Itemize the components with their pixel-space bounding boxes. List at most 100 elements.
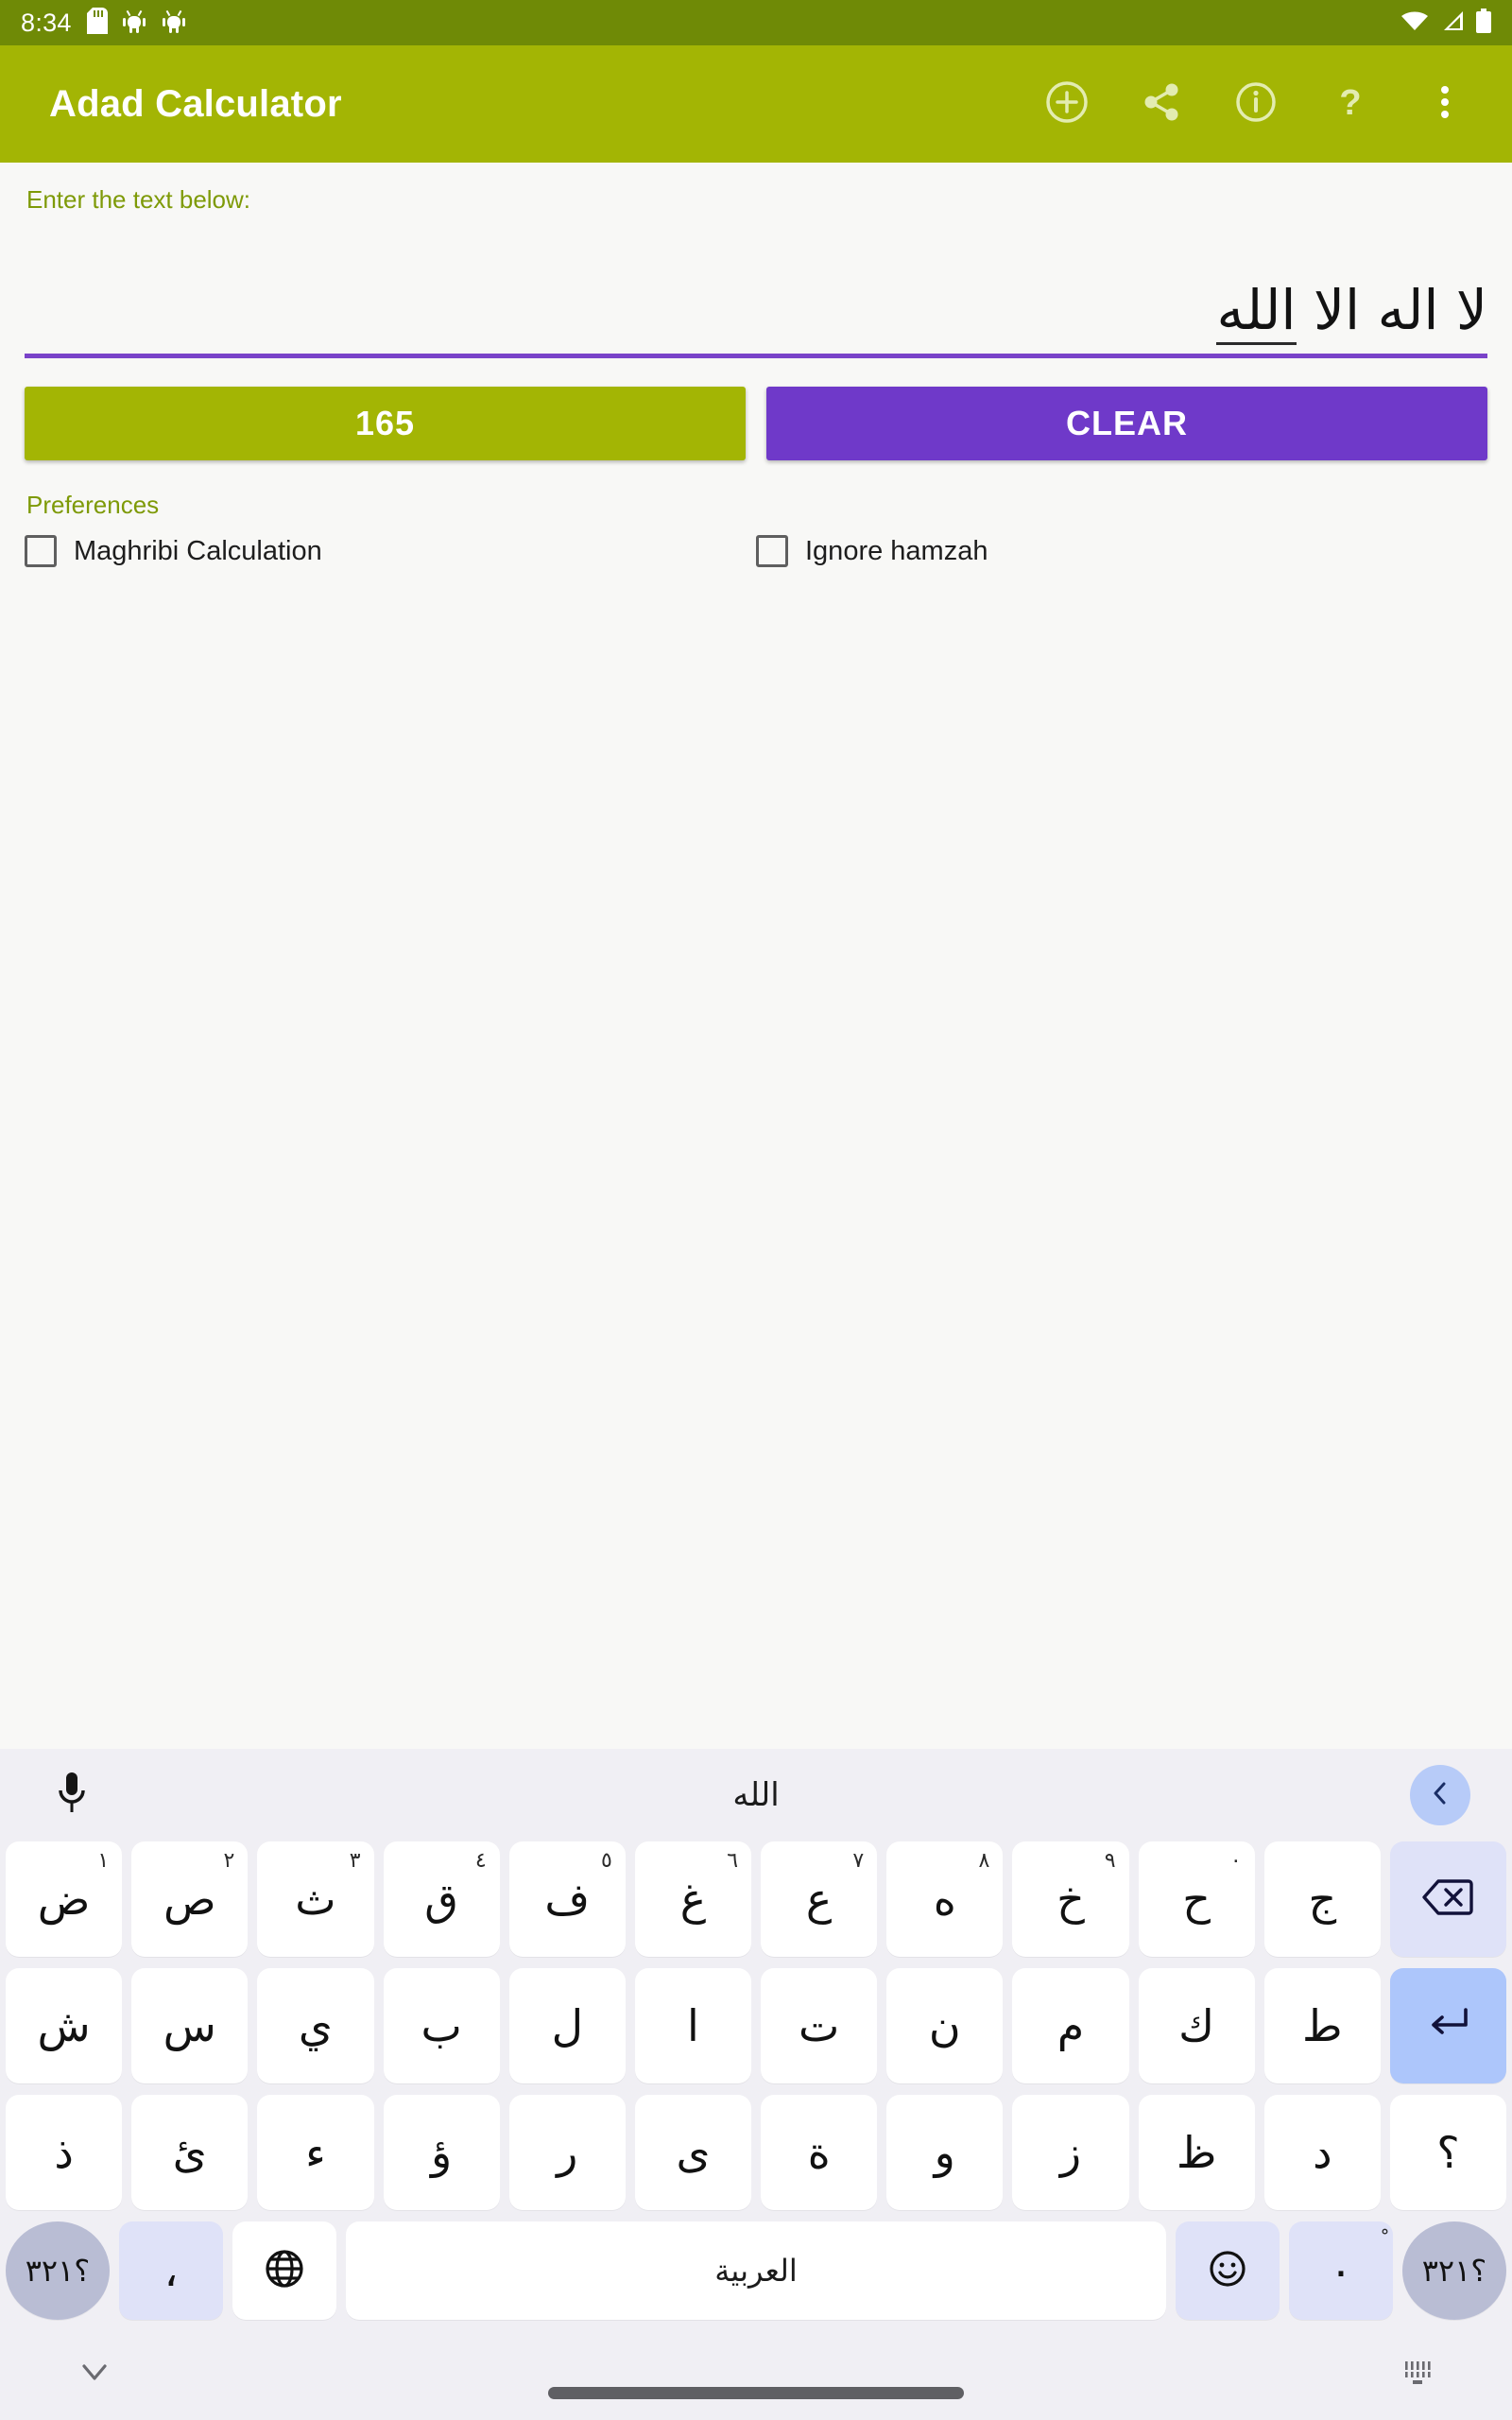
key-kha[interactable]: ٩خ [1012, 1841, 1129, 1957]
key-enter[interactable] [1389, 1968, 1507, 2083]
key-label: خ [1057, 1874, 1085, 1925]
result-button[interactable]: 165 [25, 387, 746, 460]
key-ra[interactable]: ر [508, 2095, 626, 2210]
key-tah[interactable]: ط [1263, 1968, 1381, 2083]
key-label: ؟٣٢١ [25, 2253, 91, 2289]
key-zah[interactable]: ظ [1138, 2095, 1255, 2210]
preference-ignore-hamzah[interactable]: Ignore hamzah [756, 535, 1487, 567]
key-meem[interactable]: م [1012, 1968, 1129, 2083]
key-alef[interactable]: ا [634, 1968, 752, 2083]
key-superscript: ٠ [1229, 1849, 1242, 1873]
key-zay[interactable]: ز [1012, 2095, 1129, 2210]
clear-button[interactable]: CLEAR [766, 387, 1487, 460]
key-superscript: ٩ [1104, 1849, 1116, 1873]
key-kaf[interactable]: ك [1138, 1968, 1255, 2083]
preferences-heading: Preferences [26, 491, 160, 519]
text-input-composing: الله [1216, 277, 1297, 345]
key-sad[interactable]: ٢ص [131, 1841, 249, 1957]
key-period[interactable]: ْ٠ [1289, 2221, 1393, 2320]
navigation-bar [0, 2329, 1512, 2420]
checkbox-ignore-hamzah[interactable] [756, 535, 788, 567]
keyboard-row-1: ١ض ٢ص ٣ث ٤ق ٥ف ٦غ ٧ع ٨ه ٩خ ٠ح ج [0, 1841, 1512, 1957]
key-sheen[interactable]: ش [6, 1968, 123, 2083]
key-lam[interactable]: ل [508, 1968, 626, 2083]
key-label: غ [679, 1874, 707, 1925]
key-comma[interactable]: ، [119, 2221, 223, 2320]
hide-keyboard-button[interactable] [66, 2346, 123, 2403]
key-label: ء [305, 2127, 326, 2178]
key-superscript: ٥ [601, 1849, 612, 1873]
checkbox-maghribi-calculation[interactable] [25, 535, 57, 567]
key-label: ٠ [1329, 2245, 1353, 2296]
key-label: م [1057, 2000, 1085, 2051]
key-label: و [934, 2127, 955, 2178]
key-label: ص [163, 1874, 216, 1925]
key-emoji[interactable] [1176, 2221, 1280, 2320]
status-bar: 8:34 [0, 0, 1512, 45]
key-yeh-hamza[interactable]: ئ [131, 2095, 249, 2210]
key-superscript: ٦ [727, 1849, 739, 1873]
key-symbols-left[interactable]: ؟٣٢١ [6, 2221, 110, 2320]
key-ghayn[interactable]: ٦غ [634, 1841, 752, 1957]
backspace-icon [1421, 1877, 1474, 1922]
key-dad[interactable]: ١ض [6, 1841, 123, 1957]
key-superscript: ١ [97, 1849, 110, 1873]
key-language-switch[interactable] [232, 2221, 336, 2320]
key-thal[interactable]: ذ [6, 2095, 123, 2210]
keyboard-row-3: ذ ئ ء ؤ ر ى ة و ز ظ د ؟ [0, 2095, 1512, 2210]
key-ha[interactable]: ٨ه [886, 1841, 1004, 1957]
keyboard-row-bottom: ؟٣٢١ ، العربية ْ٠ ؟٣٢١ [0, 2221, 1512, 2320]
virtual-keyboard: الله ١ض ٢ص ٣ث ٤ق ٥ف ٦غ ٧ع ٨ه ٩خ ٠ح ج ش س… [0, 1749, 1512, 2329]
help-button[interactable]: ? [1315, 69, 1385, 139]
key-ta-marbuta[interactable]: ة [761, 2095, 878, 2210]
key-fa[interactable]: ٥ف [508, 1841, 626, 1957]
key-dal[interactable]: د [1263, 2095, 1381, 2210]
suggestion-item[interactable]: الله [732, 1776, 779, 1814]
key-label: ح [1182, 1874, 1211, 1925]
info-button[interactable] [1221, 69, 1291, 139]
overflow-menu-icon [1426, 78, 1464, 130]
expand-suggestions-button[interactable] [1410, 1765, 1470, 1825]
key-ta[interactable]: ت [761, 1968, 878, 2083]
key-jeem[interactable]: ج [1263, 1841, 1381, 1957]
key-ba[interactable]: ب [383, 1968, 500, 2083]
text-input-value[interactable]: لا اله الا الله [1216, 276, 1487, 345]
key-backspace[interactable] [1389, 1841, 1507, 1957]
key-alef-maksura[interactable]: ى [634, 2095, 752, 2210]
key-space[interactable]: العربية [346, 2221, 1166, 2320]
key-qaf[interactable]: ٤ق [383, 1841, 500, 1957]
key-ya[interactable]: ي [257, 1968, 374, 2083]
key-label: ل [551, 2000, 583, 2051]
switch-keyboard-button[interactable] [1389, 2346, 1446, 2403]
key-label: ؟ [1436, 2127, 1460, 2178]
add-circle-button[interactable] [1032, 69, 1102, 139]
suggestion-bar: الله [0, 1749, 1512, 1841]
key-symbols-right[interactable]: ؟٣٢١ [1402, 2221, 1506, 2320]
info-circle-icon [1232, 78, 1280, 130]
preferences-row: Maghribi Calculation Ignore hamzah [25, 535, 1487, 567]
enter-return-icon [1424, 2004, 1471, 2048]
key-label: ج [1308, 1874, 1337, 1925]
voice-input-button[interactable] [42, 1765, 102, 1825]
key-label: ق [424, 1874, 458, 1925]
key-waw-hamza[interactable]: ؤ [383, 2095, 500, 2210]
app-screen: 8:34 Adad Calculator ? Enter the text be… [0, 0, 1512, 2420]
share-button[interactable] [1126, 69, 1196, 139]
home-gesture-pill[interactable] [548, 2387, 964, 2399]
suggestion-center-wrap: الله [0, 1776, 1512, 1814]
text-input-field[interactable]: لا اله الا الله [25, 241, 1487, 358]
key-label: ع [805, 1874, 833, 1925]
key-tha[interactable]: ٣ث [257, 1841, 374, 1957]
key-seen[interactable]: س [131, 1968, 249, 2083]
key-label: ض [37, 1874, 91, 1925]
key-label: ه [933, 1874, 956, 1925]
key-hamza[interactable]: ء [257, 2095, 374, 2210]
key-hah[interactable]: ٠ح [1138, 1841, 1255, 1957]
key-waw[interactable]: و [886, 2095, 1004, 2210]
key-ayn[interactable]: ٧ع [761, 1841, 878, 1957]
key-question-mark[interactable]: ؟ [1389, 2095, 1507, 2210]
main-content: Enter the text below: لا اله الا الله 16… [0, 163, 1512, 1749]
preference-maghribi-calculation[interactable]: Maghribi Calculation [25, 535, 756, 567]
overflow-menu-button[interactable] [1410, 69, 1480, 139]
key-noon[interactable]: ن [886, 1968, 1004, 2083]
